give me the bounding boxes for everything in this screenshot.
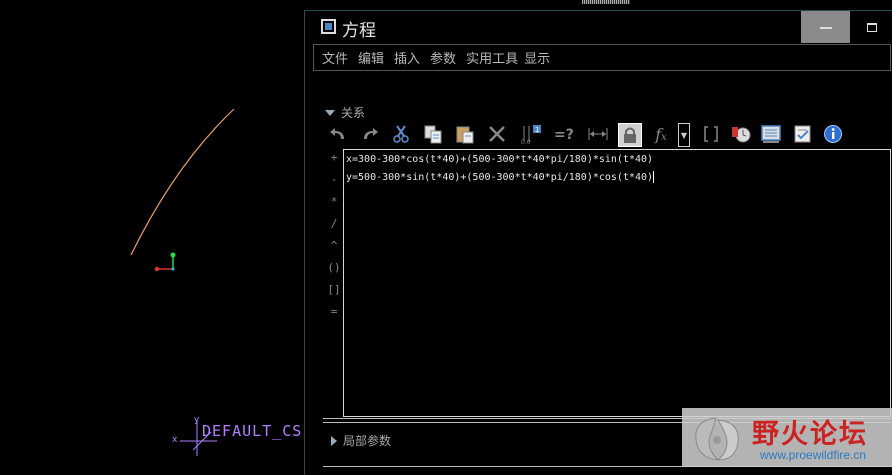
equation-line-y[interactable]: y=500-300*sin(t*40)+(500-300*t*40*pi/180… bbox=[346, 171, 655, 183]
op-multiply[interactable]: * bbox=[327, 195, 341, 208]
svg-text:1: 1 bbox=[535, 126, 539, 134]
equation-line-y-text: y=500-300*sin(t*40)+(500-300*t*40*pi/180… bbox=[346, 172, 654, 183]
dialog-title: 方程 bbox=[342, 21, 376, 41]
app-window-icon bbox=[321, 19, 336, 34]
equation-line-x[interactable]: x=300-300*cos(t*40)+(500-300*t*40*pi/180… bbox=[346, 154, 653, 165]
menu-edit[interactable]: 编辑 bbox=[358, 48, 384, 67]
titlebar[interactable]: 方程 bbox=[305, 11, 892, 43]
dropdown-icon[interactable]: ▼ bbox=[678, 123, 690, 147]
op-parentheses[interactable]: () bbox=[327, 261, 341, 274]
op-minus[interactable]: - bbox=[327, 173, 341, 186]
relations-editor[interactable]: x=300-300*cos(t*40)+(500-300*t*40*pi/180… bbox=[343, 149, 891, 417]
evaluate-icon[interactable]: =? bbox=[554, 123, 576, 145]
local-params-toggle[interactable]: 局部参数 bbox=[331, 432, 391, 449]
op-plus[interactable]: + bbox=[327, 151, 341, 164]
minimize-button[interactable] bbox=[801, 11, 850, 43]
function-glyph-sub: x bbox=[661, 131, 667, 143]
maximize-button[interactable] bbox=[850, 11, 892, 43]
watermark-logo-icon bbox=[695, 417, 739, 461]
copy-icon[interactable] bbox=[422, 123, 444, 145]
text-caret bbox=[653, 171, 655, 183]
local-params-label: 局部参数 bbox=[343, 434, 392, 448]
undo-icon[interactable] bbox=[327, 123, 349, 145]
menu-parameters[interactable]: 参数 bbox=[430, 48, 456, 67]
cut-icon[interactable] bbox=[390, 123, 412, 145]
sort-icon[interactable]: 1 0.0 bbox=[520, 123, 542, 145]
svg-text:=?: =? bbox=[554, 127, 574, 142]
involute-curve bbox=[130, 108, 235, 256]
menu-display[interactable]: 显示 bbox=[524, 48, 550, 67]
menu-bar: 文件 编辑 插入 参数 实用工具 显示 bbox=[313, 44, 891, 71]
op-brackets[interactable]: [] bbox=[327, 283, 341, 296]
csys-axis-x: x bbox=[172, 435, 178, 445]
equation-dialog: 方程 文件 编辑 插入 参数 实用工具 显示 关系 1 0.0 =? fx ▼ … bbox=[304, 10, 892, 475]
paste-icon[interactable] bbox=[454, 123, 476, 145]
lock-icon[interactable] bbox=[618, 123, 642, 147]
menu-insert[interactable]: 插入 bbox=[394, 48, 420, 67]
measure-icon[interactable] bbox=[587, 123, 609, 145]
expand-icon bbox=[325, 109, 335, 116]
menu-file[interactable]: 文件 bbox=[322, 48, 348, 67]
watermark: 野火论坛 www.proewildfire.cn bbox=[682, 408, 892, 467]
relations-label: 关系 bbox=[341, 106, 366, 120]
top-resize-handle[interactable] bbox=[582, 0, 630, 4]
delete-icon[interactable] bbox=[486, 123, 508, 145]
relations-section-toggle[interactable]: 关系 bbox=[325, 104, 365, 121]
svg-text:0.0: 0.0 bbox=[521, 139, 531, 145]
check-icon[interactable] bbox=[792, 123, 814, 145]
function-icon[interactable]: fx bbox=[650, 123, 672, 145]
op-equals[interactable]: = bbox=[327, 305, 341, 318]
watermark-title: 野火论坛 bbox=[752, 419, 868, 450]
triad-icon bbox=[154, 252, 176, 272]
verify-icon[interactable] bbox=[730, 123, 752, 145]
brackets-icon[interactable] bbox=[700, 123, 722, 145]
info-icon[interactable] bbox=[822, 123, 844, 145]
menu-utilities[interactable]: 实用工具 bbox=[466, 48, 518, 67]
watermark-url: www.proewildfire.cn bbox=[760, 448, 867, 462]
op-power[interactable]: ^ bbox=[327, 239, 341, 252]
csys-axis-y: y bbox=[194, 415, 200, 425]
collapse-icon bbox=[331, 435, 337, 446]
csys-label: DEFAULT_CS bbox=[202, 422, 303, 440]
display-icon[interactable] bbox=[760, 123, 782, 145]
redo-icon[interactable] bbox=[359, 123, 381, 145]
op-divide[interactable]: / bbox=[327, 217, 341, 230]
